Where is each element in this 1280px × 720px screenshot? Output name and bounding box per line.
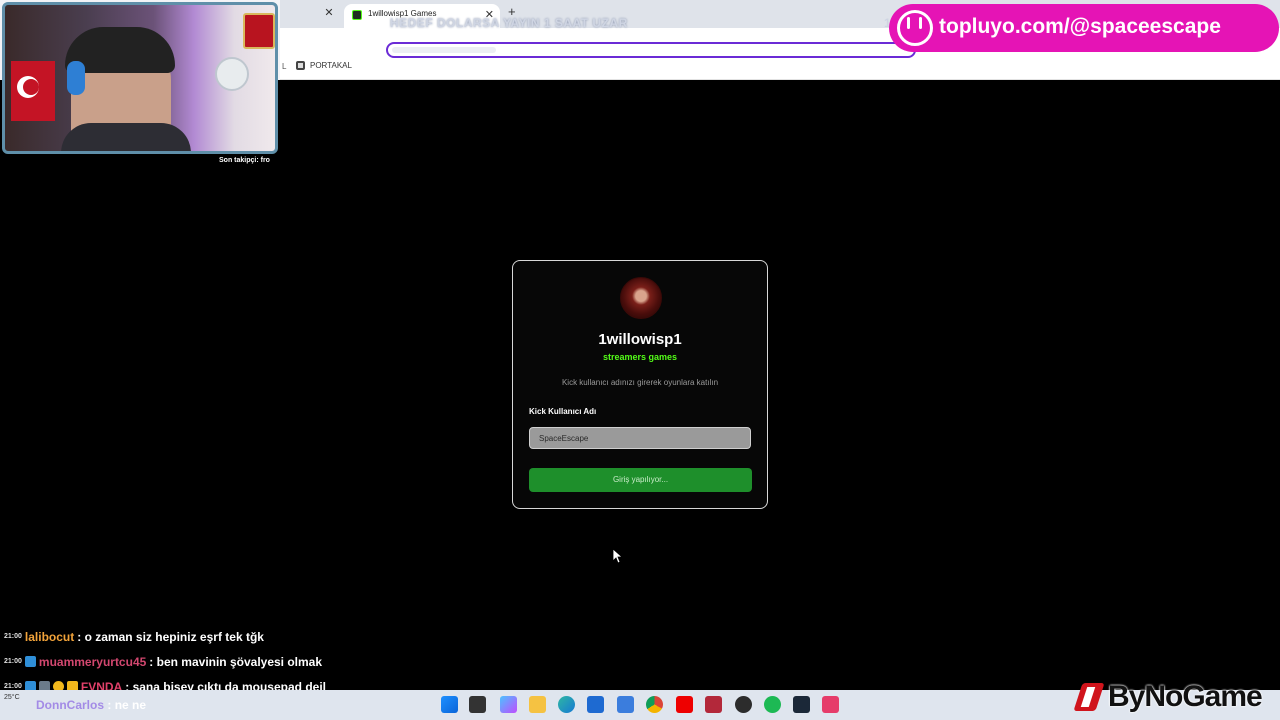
chrome-icon[interactable] <box>646 696 663 713</box>
chat-message: DonnCarlos : ne ne <box>36 698 146 712</box>
kick-username-input[interactable] <box>529 427 751 449</box>
chat-time: 21:00 <box>4 683 22 690</box>
folder-icon[interactable] <box>529 696 546 713</box>
chat-text: : ben mavinin şövalyesi olmak <box>149 654 323 669</box>
goal-progress-fill <box>392 47 496 53</box>
topluyo-logo-icon <box>897 10 933 46</box>
obs-icon[interactable] <box>735 696 752 713</box>
files-icon[interactable] <box>469 696 486 713</box>
chat-time: 21:00 <box>4 633 22 640</box>
login-button[interactable]: Giriş yapılıyor... <box>529 468 752 492</box>
weather-widget[interactable]: 25°C <box>4 694 20 701</box>
chat-text: : ne ne <box>107 698 147 712</box>
bookmarks-bar: L PORTAKAL <box>280 56 1280 80</box>
app-icon[interactable] <box>822 696 839 713</box>
chat-username: lalibocut <box>24 629 75 644</box>
windows-icon[interactable] <box>441 696 458 713</box>
shirt <box>61 123 191 151</box>
username-field-label: Kick Kullanıcı Adı <box>529 407 597 416</box>
headphone-icon <box>67 61 85 95</box>
channel-name: 1willowisp1 <box>598 331 682 348</box>
card-description: Kick kullanıcı adınızı girerek oyunlara … <box>561 378 719 387</box>
youtube-icon[interactable] <box>676 696 693 713</box>
store-icon[interactable] <box>587 696 604 713</box>
bookmark-partial[interactable]: L <box>282 62 286 71</box>
copilot-icon[interactable] <box>500 696 517 713</box>
chat-overlay: 21:00 lalibocut : o zaman siz hepiniz eş… <box>4 624 424 699</box>
edge-icon[interactable] <box>558 696 575 713</box>
chat-message: 21:00 lalibocut : o zaman siz hepiniz eş… <box>4 624 424 649</box>
last-follower-label: Son takipçi: fro <box>219 157 270 164</box>
fan <box>215 57 249 91</box>
steam-icon[interactable] <box>793 696 810 713</box>
chat-message: 21:00 muammeryurtcu45 : ben mavinin şöva… <box>4 649 424 674</box>
goal-progress-bar <box>386 42 916 58</box>
card-subtitle: streamers games <box>602 352 678 362</box>
bookmark-icon <box>296 61 305 70</box>
chat-time: 21:00 <box>4 658 22 665</box>
promo-banner: topluyo.com/@spaceescape <box>889 4 1279 52</box>
chat-username: muammeryurtcu45 <box>38 654 147 669</box>
bynogame-logo-text: ByNoGame <box>1108 680 1263 713</box>
bynogame-watermark: ByNoGame <box>1074 680 1263 714</box>
goal-title: HEDEF DOLARSA YAYIN 1 SAAT UZAR <box>390 16 628 30</box>
turkish-flag <box>11 61 55 121</box>
chat-text: : o zaman siz hepiniz eşrf tek tğk <box>77 629 264 644</box>
mail-icon[interactable] <box>617 696 634 713</box>
webcam-feed <box>2 2 278 154</box>
chat-username: DonnCarlos <box>36 698 105 712</box>
tab-close-icon[interactable]: ✕ <box>322 6 336 20</box>
promo-text: topluyo.com/@spaceescape <box>939 15 1221 38</box>
bookmark-label: PORTAKAL <box>310 61 352 70</box>
login-card: 1willowisp1 streamers games Kick kullanı… <box>512 260 768 509</box>
spotify-icon[interactable] <box>764 696 781 713</box>
media-icon[interactable] <box>705 696 722 713</box>
badge-icon <box>24 656 36 667</box>
avatar <box>620 277 662 319</box>
kick-favicon-icon <box>352 10 362 20</box>
bynogame-logo-icon <box>1074 681 1104 713</box>
emblem-badge <box>243 13 275 49</box>
bookmark-portakal[interactable]: PORTAKAL <box>296 61 352 70</box>
